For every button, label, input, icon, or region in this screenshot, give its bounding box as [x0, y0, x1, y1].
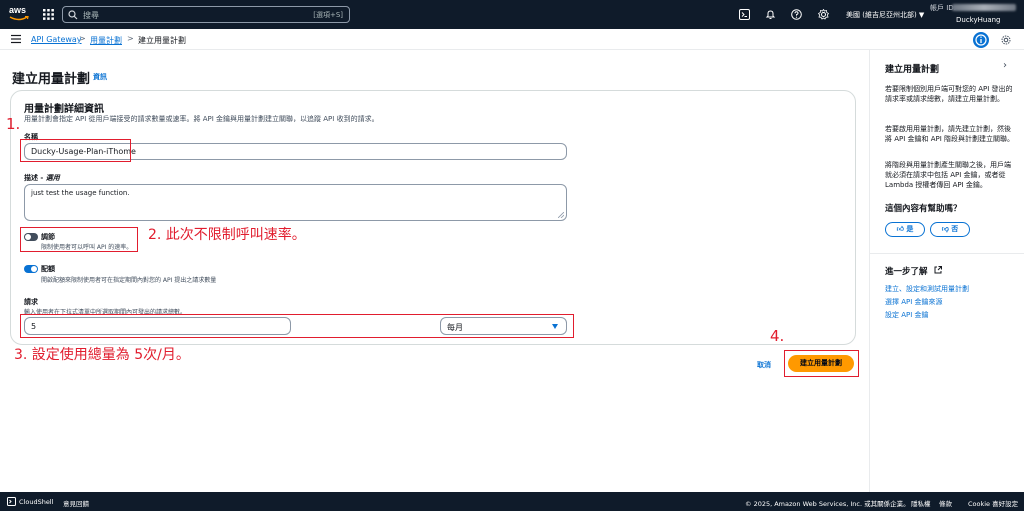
help-paragraph-1: 若要限制個別用戶端可對您的 API 發出的請求率或請求總數，請建立用量計劃。 — [885, 85, 1013, 103]
cloudshell-icon[interactable] — [739, 9, 750, 20]
breadcrumb-bar: API Gateway > 用量計劃 > 建立用量計劃 — [0, 29, 1024, 50]
top-navigation: aws 搜尋 [選項+S] 美國 (維吉尼亞州北部) ▼ 帳戶 ID: Duck… — [0, 0, 1024, 29]
description-textarea[interactable]: just test the usage function. — [24, 184, 567, 221]
breadcrumb-chevron-icon: > — [79, 34, 86, 43]
description-label: 描述 - 選用 — [24, 173, 60, 183]
description-label-text: 描述 - — [24, 174, 46, 182]
aws-logo[interactable]: aws — [9, 6, 31, 24]
search-shortcut: [選項+S] — [313, 11, 343, 19]
services-grid-icon[interactable] — [43, 9, 54, 20]
feedback-link[interactable]: 意見回饋 — [63, 498, 89, 508]
help-link-api-key-source[interactable]: 選擇 API 金鑰來源 — [885, 297, 943, 307]
preferences-gear-icon[interactable] — [1001, 35, 1011, 45]
section-title: 用量計劃詳細資訊 — [24, 104, 104, 115]
aws-smile-icon — [9, 16, 29, 21]
account-name: DuckyHuang — [956, 16, 1001, 24]
requests-label: 請求 — [24, 298, 38, 306]
info-icon — [975, 34, 987, 46]
feedback-question: 這個內容有幫助嗎？ — [885, 204, 962, 214]
quota-toggle[interactable] — [24, 265, 38, 273]
resize-handle-icon[interactable] — [558, 212, 564, 218]
panel-divider — [869, 253, 1024, 254]
annotation-step-2: 2. 此次不限制呼叫速率。 — [148, 227, 306, 243]
copyright-text: © 2025, Amazon Web Services, Inc. 或其關係企業… — [745, 500, 910, 508]
annotation-step-1: 1. — [6, 115, 21, 133]
menu-icon[interactable] — [11, 34, 21, 44]
annotation-step-3: 3. 設定使用總量為 5次/月。 — [14, 347, 190, 363]
help-link-setup-api-keys[interactable]: 設定 API 金鑰 — [885, 310, 929, 320]
quota-label: 配額 — [41, 265, 55, 273]
external-link-icon — [934, 266, 942, 274]
help-panel-title: 建立用量計劃 — [885, 65, 940, 75]
cookie-preferences-link[interactable]: Cookie 喜好設定 — [968, 498, 1018, 508]
cancel-button[interactable]: 取消 — [757, 360, 771, 370]
description-value: just test the usage function. — [31, 189, 130, 197]
breadcrumb-current: 建立用量計劃 — [138, 36, 186, 45]
toggle-knob — [31, 266, 37, 272]
search-icon — [68, 10, 78, 20]
learn-more-heading: 進一步了解 — [885, 267, 928, 277]
feedback-no-button[interactable]: 👎︎ 否 — [930, 222, 970, 237]
section-description: 用量計劃會指定 API 從用戶端接受的請求數量或速率。將 API 金鑰與用量計劃… — [24, 115, 379, 123]
settings-gear-icon[interactable] — [818, 9, 829, 20]
info-link[interactable]: 資訊 — [93, 72, 107, 82]
cloudshell-footer-icon — [7, 497, 16, 506]
quota-description: 開啟配額來限制使用者可在指定期間內對您的 API 提出之請求數量 — [41, 277, 217, 284]
footer: CloudShell 意見回饋 © 2025, Amazon Web Servi… — [0, 492, 1024, 511]
breadcrumb-usage-plans[interactable]: 用量計劃 — [90, 35, 122, 46]
thumbs-up-icon: 👍︎ — [896, 225, 904, 233]
breadcrumb-api-gateway[interactable]: API Gateway — [31, 35, 82, 44]
cloudshell-link[interactable]: CloudShell — [19, 498, 53, 506]
search-input[interactable]: 搜尋 [選項+S] — [62, 6, 350, 23]
aws-logo-text: aws — [9, 5, 27, 15]
annotation-box-requests — [20, 314, 574, 338]
feedback-yes-button[interactable]: 👍︎ 是 — [885, 222, 925, 237]
region-selector[interactable]: 美國 (維吉尼亞州北部) ▼ — [846, 10, 924, 20]
annotation-step-4: 4. — [770, 327, 785, 345]
terms-link[interactable]: 條款 — [939, 498, 952, 508]
create-usage-plan-button[interactable]: 建立用量計劃 — [788, 355, 854, 372]
help-paragraph-2: 若要啟用用量計劃，請先建立計劃，然後將 API 金鑰和 API 階段與計劃建立關… — [885, 125, 1015, 143]
account-id-redacted — [952, 4, 1016, 11]
account-menu[interactable]: 帳戶 ID: DuckyHuang — [930, 3, 1024, 26]
optional-label: 選用 — [45, 174, 60, 182]
close-panel-icon[interactable]: › — [1003, 60, 1007, 71]
annotation-box-name — [20, 139, 131, 162]
annotation-box-throttle — [20, 227, 138, 252]
page-title: 建立用量計劃 — [12, 72, 91, 87]
help-link-configure-usage-plans[interactable]: 建立、設定和測試用量計劃 — [885, 284, 969, 294]
bell-icon[interactable] — [765, 9, 776, 20]
info-panel-toggle[interactable] — [973, 32, 989, 48]
region-label: 美國 (維吉尼亞州北部) — [846, 11, 917, 19]
thumbs-down-icon: 👎︎ — [941, 225, 949, 233]
help-paragraph-3: 將階段與用量計劃產生關聯之後，用戶端就必須在請求中包括 API 金鑰，或者從 L… — [885, 161, 1011, 189]
feedback-no-label: 否 — [951, 225, 959, 233]
search-placeholder: 搜尋 — [83, 11, 99, 20]
breadcrumb-chevron-icon: > — [127, 34, 134, 43]
feedback-yes-label: 是 — [906, 225, 914, 233]
help-icon[interactable] — [791, 9, 802, 20]
privacy-link[interactable]: 隱私權 — [911, 498, 931, 508]
